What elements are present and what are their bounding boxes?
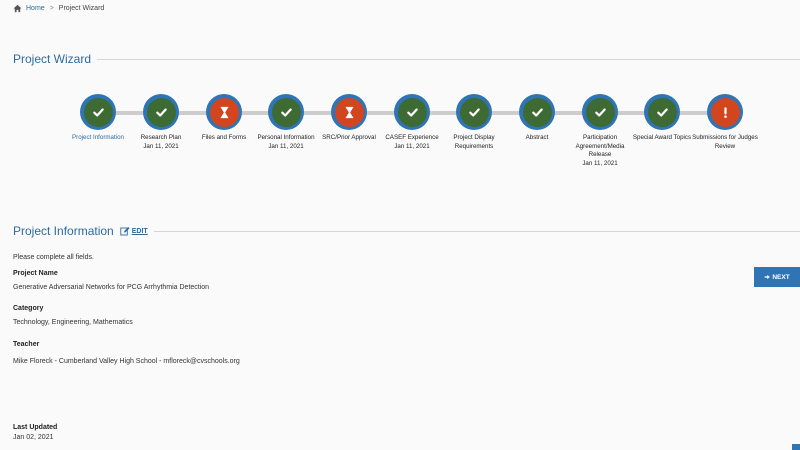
corner-tab[interactable]: [792, 444, 800, 450]
step-date: Jan 11, 2021: [582, 159, 618, 167]
check-icon: [146, 97, 176, 127]
field-value: Mike Floreck - Cumberland Valley High Sc…: [13, 358, 240, 365]
check-icon: [647, 97, 677, 127]
step-label: Files and Forms: [201, 134, 247, 141]
exclamation-icon: [710, 97, 740, 127]
field-category: Category Technology, Engineering, Mathem…: [13, 305, 133, 326]
field-value: Jan 02, 2021: [13, 434, 54, 441]
wizard-step[interactable]: Files and Forms: [189, 94, 259, 143]
wizard-step[interactable]: Personal Information Jan 11, 2021: [251, 94, 321, 151]
step-label: Special Award Topics: [632, 134, 692, 141]
wizard-step[interactable]: CASEF Experience Jan 11, 2021: [377, 94, 447, 151]
hourglass-icon: [209, 97, 239, 127]
wizard-step[interactable]: Project Information: [63, 94, 133, 143]
wizard-step[interactable]: Submissions for Judges Review: [690, 94, 760, 151]
step-status-circle: [707, 94, 743, 130]
step-status-circle: [268, 94, 304, 130]
step-status-circle: [80, 94, 116, 130]
step-label: Research Plan: [140, 134, 182, 141]
check-icon: [459, 97, 489, 127]
section-title: Project Information: [13, 224, 114, 238]
edit-link[interactable]: EDIT: [120, 226, 148, 236]
wizard-step[interactable]: Participation Agreement/Media Release Jan…: [565, 94, 635, 168]
step-label: CASEF Experience: [385, 134, 439, 141]
step-date: Jan 11, 2021: [143, 142, 179, 150]
form-instructions: Please complete all fields.: [13, 254, 94, 261]
heading-divider: [97, 58, 800, 60]
step-status-circle: [206, 94, 242, 130]
field-value: Generative Adversarial Networks for PCG …: [13, 284, 210, 291]
check-icon: [585, 97, 615, 127]
page-title: Project Wizard: [13, 52, 92, 66]
field-project-name: Project Name Generative Adversarial Netw…: [13, 270, 209, 291]
hourglass-icon: [334, 97, 364, 127]
wizard-stepper: Project Information Research Plan Jan 11, …: [0, 94, 800, 174]
arrow-right-icon: [764, 274, 771, 280]
breadcrumb: Home > Project Wizard: [13, 4, 104, 13]
step-date: Jan 11, 2021: [394, 142, 430, 150]
field-label: Teacher: [13, 341, 40, 348]
wizard-step[interactable]: SRC/Prior Approval: [314, 94, 384, 143]
step-date: Jan 11, 2021: [268, 142, 304, 150]
next-label: NEXT: [772, 273, 790, 281]
step-label: Personal Information: [257, 134, 315, 141]
heading-divider: [153, 230, 800, 232]
step-label: Project Display Requirements: [453, 134, 495, 150]
step-label: SRC/Prior Approval: [322, 134, 376, 141]
edit-label: EDIT: [131, 227, 148, 235]
wizard-step[interactable]: Project Display Requirements: [439, 94, 509, 151]
field-label: Project Name: [13, 270, 58, 277]
home-icon[interactable]: [13, 4, 22, 13]
step-label: Project Information: [72, 134, 124, 141]
check-icon: [522, 97, 552, 127]
step-status-circle: [394, 94, 430, 130]
step-label: Abstract: [525, 134, 549, 141]
check-icon: [271, 97, 301, 127]
step-status-circle: [582, 94, 618, 130]
field-last-updated: Last Updated Jan 02, 2021: [13, 424, 57, 441]
step-label: Participation Agreement/Media Release: [575, 134, 625, 159]
next-button[interactable]: NEXT: [754, 267, 800, 287]
field-label: Last Updated: [13, 424, 58, 431]
breadcrumb-current: Project Wizard: [58, 5, 105, 12]
project-info-heading: Project Information EDIT: [13, 224, 800, 238]
step-status-circle: [456, 94, 492, 130]
field-label: Category: [13, 305, 44, 312]
edit-icon: [120, 227, 130, 236]
step-status-circle: [331, 94, 367, 130]
step-status-circle: [143, 94, 179, 130]
wizard-heading: Project Wizard: [13, 52, 800, 66]
step-status-circle: [644, 94, 680, 130]
check-icon: [397, 97, 427, 127]
step-label: Submissions for Judges Review: [692, 134, 758, 150]
breadcrumb-home-link[interactable]: Home: [26, 5, 45, 12]
field-teacher: Teacher Mike Floreck - Cumberland Valley…: [13, 341, 240, 365]
check-icon: [83, 97, 113, 127]
wizard-step[interactable]: Research Plan Jan 11, 2021: [126, 94, 196, 151]
wizard-step[interactable]: Special Award Topics: [627, 94, 697, 143]
field-value: Technology, Engineering, Mathematics: [13, 319, 133, 326]
breadcrumb-separator: >: [49, 5, 54, 12]
wizard-step[interactable]: Abstract: [502, 94, 572, 143]
step-status-circle: [519, 94, 555, 130]
